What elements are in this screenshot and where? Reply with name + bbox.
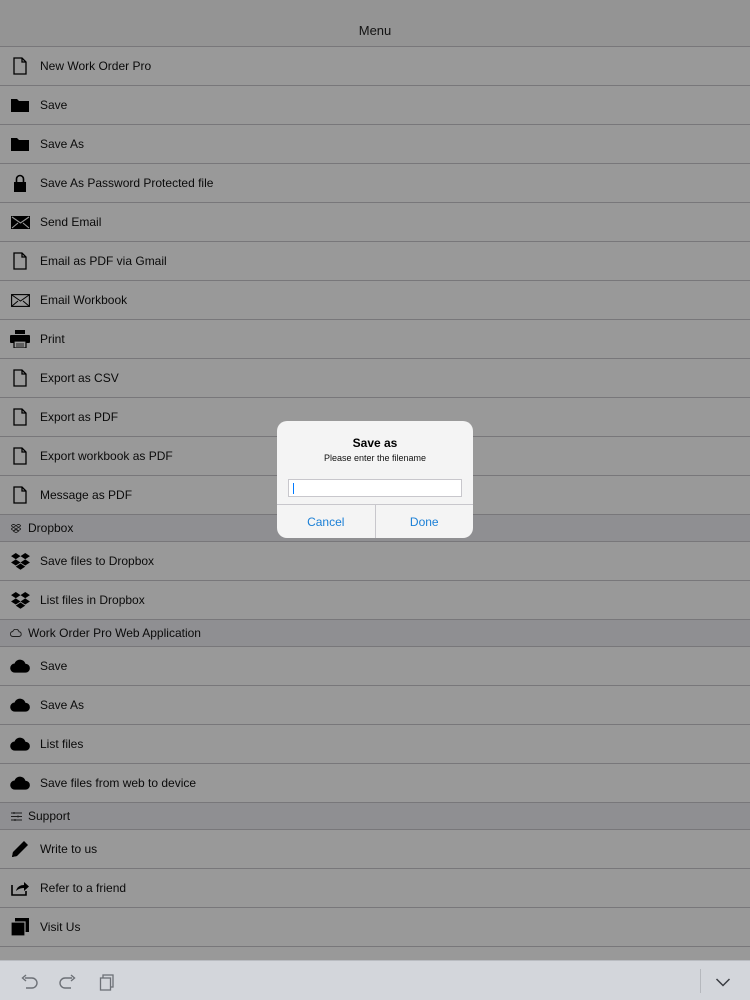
toolbar-divider xyxy=(700,969,701,993)
clipboard-icon[interactable] xyxy=(97,972,117,992)
filename-input[interactable] xyxy=(288,479,462,497)
dialog-title: Save as xyxy=(352,436,398,450)
save-as-dialog: Save as Please enter the filename Cancel… xyxy=(277,421,473,538)
undo-icon[interactable] xyxy=(19,972,39,992)
text-cursor xyxy=(293,483,294,494)
redo-icon[interactable] xyxy=(58,972,78,992)
cancel-button[interactable]: Cancel xyxy=(277,505,375,538)
dialog-message: Please enter the filename xyxy=(323,453,427,463)
bottom-toolbar xyxy=(0,960,750,1000)
chevron-down-icon[interactable] xyxy=(713,972,733,992)
done-button[interactable]: Done xyxy=(374,505,474,538)
dialog-buttons: Cancel Done xyxy=(277,504,473,538)
